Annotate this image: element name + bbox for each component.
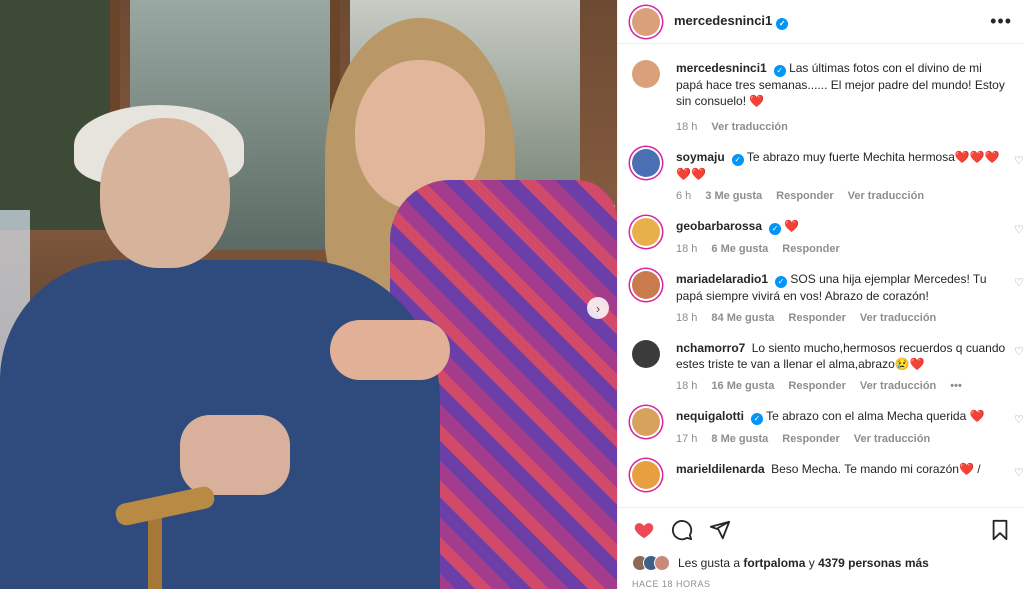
verified-icon: ✓ <box>775 276 788 288</box>
chevron-right-icon: › <box>595 300 601 316</box>
verified-icon: ✓ <box>731 154 744 166</box>
post-photo[interactable]: › <box>0 0 617 589</box>
comments-list: mercedesninci1 ✓ Las últimas fotos con el… <box>618 44 1024 507</box>
caption-username[interactable]: mercedesninci1 <box>676 61 767 75</box>
like-comment-heart-icon[interactable]: ♡ <box>1014 154 1024 167</box>
verified-icon: ✓ <box>773 65 786 77</box>
comment-row: nequigalotti ✓ Te abrazo con el alma Mech… <box>632 408 1024 447</box>
comment-time: 17 h <box>676 433 698 445</box>
author-username-text[interactable]: mercedesninci1 <box>674 13 772 28</box>
comment-username[interactable]: nequigalotti <box>676 409 744 423</box>
like-comment-heart-icon[interactable]: ♡ <box>1014 466 1024 479</box>
photo-man-hands <box>180 415 290 495</box>
post-timestamp: HACE 18 HORAS <box>632 579 711 589</box>
comment-text: Beso Mecha. Te mando mi corazón❤️ / <box>771 462 981 476</box>
comment-text: ❤️ <box>784 219 800 233</box>
comment-likes[interactable]: 84 Me gusta <box>711 310 774 326</box>
post-side-panel: mercedesninci1 ✓ ••• mercedesninci1 ✓ Las … <box>617 0 1024 589</box>
comment-likes[interactable]: 6 Me gusta <box>711 241 768 257</box>
comment-text: Te abrazo con el alma Mecha querida ❤️ <box>766 409 985 423</box>
comment-avatar[interactable] <box>632 271 660 299</box>
verified-icon: ✓ <box>751 413 763 425</box>
comment-username[interactable]: nchamorro7 <box>676 341 745 355</box>
comment-time: 6 h <box>676 190 692 202</box>
photo-cane-shaft <box>148 510 162 589</box>
likes-count[interactable]: 4379 personas más <box>818 556 929 570</box>
comment-row: geobarbarossa ✓ ❤️ 18 h 6 Me gusta Respon… <box>632 218 1024 257</box>
comment-time: 18 h <box>676 380 698 392</box>
reply-link[interactable]: Responder <box>788 378 845 394</box>
comment-avatar[interactable] <box>632 218 660 246</box>
verified-icon: ✓ <box>769 223 782 235</box>
comment-row: soymaju ✓ Te abrazo muy fuerte Mechita he… <box>632 149 1024 204</box>
comment-row: nchamorro7 Lo siento mucho,hermosos recu… <box>632 340 1024 394</box>
comment-likes[interactable]: 3 Me gusta <box>705 188 762 204</box>
translate-link[interactable]: Ver traducción <box>854 431 930 447</box>
save-bookmark-icon[interactable] <box>988 518 1012 542</box>
comment-avatar[interactable] <box>632 408 660 436</box>
caption-translate-link[interactable]: Ver traducción <box>711 119 787 135</box>
share-icon[interactable] <box>708 518 732 542</box>
reply-link[interactable]: Responder <box>776 188 833 204</box>
like-comment-heart-icon[interactable]: ♡ <box>1014 345 1024 358</box>
author-username[interactable]: mercedesninci1 ✓ <box>674 13 789 30</box>
translate-link[interactable]: Ver traducción <box>860 378 936 394</box>
comment-username[interactable]: geobarbarossa <box>676 219 762 233</box>
comment-username[interactable]: soymaju <box>676 150 725 164</box>
comment-username[interactable]: mariadelaradio1 <box>676 272 768 286</box>
likes-prefix: Les gusta a <box>678 556 741 570</box>
reply-link[interactable]: Responder <box>788 310 845 326</box>
post-actions <box>618 507 1024 551</box>
photo-man-face <box>100 118 230 268</box>
liker-avatars[interactable] <box>632 555 670 571</box>
post-header: mercedesninci1 ✓ ••• <box>618 0 1024 44</box>
photo-woman-arm <box>330 320 450 380</box>
reply-link[interactable]: Responder <box>782 241 839 257</box>
comment-avatar[interactable] <box>632 149 660 177</box>
more-options-icon[interactable]: ••• <box>990 11 1012 32</box>
author-avatar[interactable] <box>632 7 660 36</box>
translate-link[interactable]: Ver traducción <box>860 310 936 326</box>
caption: mercedesninci1 ✓ Las últimas fotos con el… <box>632 60 1024 135</box>
comment-time: 18 h <box>676 243 698 255</box>
reply-link[interactable]: Responder <box>782 431 839 447</box>
like-heart-icon[interactable] <box>632 518 656 542</box>
like-comment-heart-icon[interactable]: ♡ <box>1014 223 1024 236</box>
like-comment-heart-icon[interactable]: ♡ <box>1014 413 1024 426</box>
comment-row: mariadelaradio1 ✓ SOS una hija ejemplar M… <box>632 271 1024 326</box>
caption-time: 18 h <box>676 121 698 133</box>
like-comment-heart-icon[interactable]: ♡ <box>1014 276 1024 289</box>
translate-link[interactable]: Ver traducción <box>848 188 924 204</box>
comment-username[interactable]: marieldilenarda <box>676 462 765 476</box>
comment-avatar[interactable] <box>632 340 660 368</box>
caption-avatar[interactable] <box>632 60 660 88</box>
comment-avatar[interactable] <box>632 461 660 489</box>
comment-likes[interactable]: 16 Me gusta <box>711 378 774 394</box>
comment-time: 18 h <box>676 312 698 324</box>
likes-middle: y <box>808 556 815 570</box>
comment-likes[interactable]: 8 Me gusta <box>711 431 768 447</box>
likes-user[interactable]: fortpaloma <box>743 556 805 570</box>
comment-more-options-icon[interactable]: ••• <box>950 378 962 394</box>
next-photo-button[interactable]: › <box>587 297 609 319</box>
comment-icon[interactable] <box>670 518 694 542</box>
comment-row: marieldilenarda Beso Mecha. Te mando mi … <box>632 461 1024 489</box>
verified-icon: ✓ <box>776 18 789 30</box>
likes-summary: Les gusta a fortpaloma y 4379 personas m… <box>618 551 1024 575</box>
